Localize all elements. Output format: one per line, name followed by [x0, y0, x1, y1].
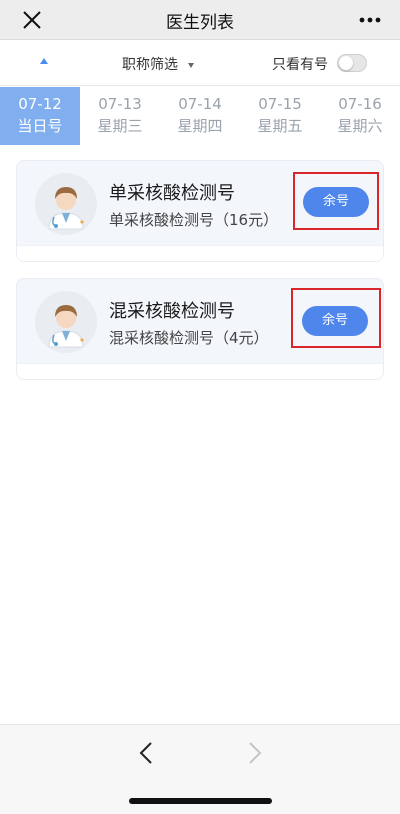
remaining-slots-button[interactable]: 余号	[303, 187, 369, 217]
remaining-slots-button[interactable]: 余号	[302, 306, 368, 336]
date-tab-weekday: 当日号	[17, 117, 63, 135]
home-indicator	[129, 798, 272, 804]
card-description: 混采核酸检测号（4元）	[109, 329, 269, 347]
sort-up-arrow-icon[interactable]	[40, 58, 48, 64]
date-tab-date: 07-15	[258, 95, 302, 113]
card-description: 单采核酸检测号（16元）	[109, 211, 279, 229]
doctor-avatar-icon	[35, 173, 97, 235]
date-tab-date: 07-13	[98, 95, 142, 113]
page-title: 医生列表	[166, 13, 234, 33]
date-strip: 07-12 当日号 07-13 星期三 07-14 星期四 07-15 星期五 …	[0, 87, 400, 145]
date-tab-0715[interactable]: 07-15 星期五	[240, 87, 320, 145]
date-tab-0712[interactable]: 07-12 当日号	[0, 87, 80, 145]
date-tab-weekday: 星期四	[177, 117, 223, 135]
filter-bar: 职称筛选 只看有号	[0, 40, 400, 86]
chevron-left-icon[interactable]	[135, 739, 159, 767]
doctor-card[interactable]: 混采核酸检测号 混采核酸检测号（4元） 余号	[16, 278, 384, 380]
chevron-right-icon[interactable]	[242, 739, 266, 767]
only-available-label: 只看有号	[272, 57, 328, 73]
date-tab-0713[interactable]: 07-13 星期三	[80, 87, 160, 145]
doctor-avatar-icon	[35, 291, 97, 353]
date-tab-date: 07-16	[338, 95, 382, 113]
title-filter-label: 职称筛选	[122, 57, 178, 73]
card-footer	[17, 245, 383, 261]
only-available-toggle[interactable]	[337, 54, 367, 72]
dropdown-caret-icon	[188, 62, 194, 68]
date-tab-weekday: 星期三	[97, 117, 143, 135]
card-footer	[17, 363, 383, 379]
doctor-card[interactable]: 单采核酸检测号 单采核酸检测号（16元） 余号	[16, 160, 384, 262]
title-bar: 医生列表	[0, 0, 400, 40]
toggle-knob	[339, 56, 353, 70]
date-tab-weekday: 星期六	[337, 117, 383, 135]
date-tab-0714[interactable]: 07-14 星期四	[160, 87, 240, 145]
date-tab-date: 07-12	[18, 95, 62, 113]
card-title: 混采核酸检测号	[109, 301, 235, 322]
more-dots-icon[interactable]	[356, 6, 384, 34]
card-title: 单采核酸检测号	[109, 183, 235, 204]
date-tab-date: 07-14	[178, 95, 222, 113]
date-tab-weekday: 星期五	[257, 117, 303, 135]
title-filter-dropdown[interactable]: 职称筛选	[122, 54, 194, 74]
date-tab-0716[interactable]: 07-16 星期六	[320, 87, 400, 145]
